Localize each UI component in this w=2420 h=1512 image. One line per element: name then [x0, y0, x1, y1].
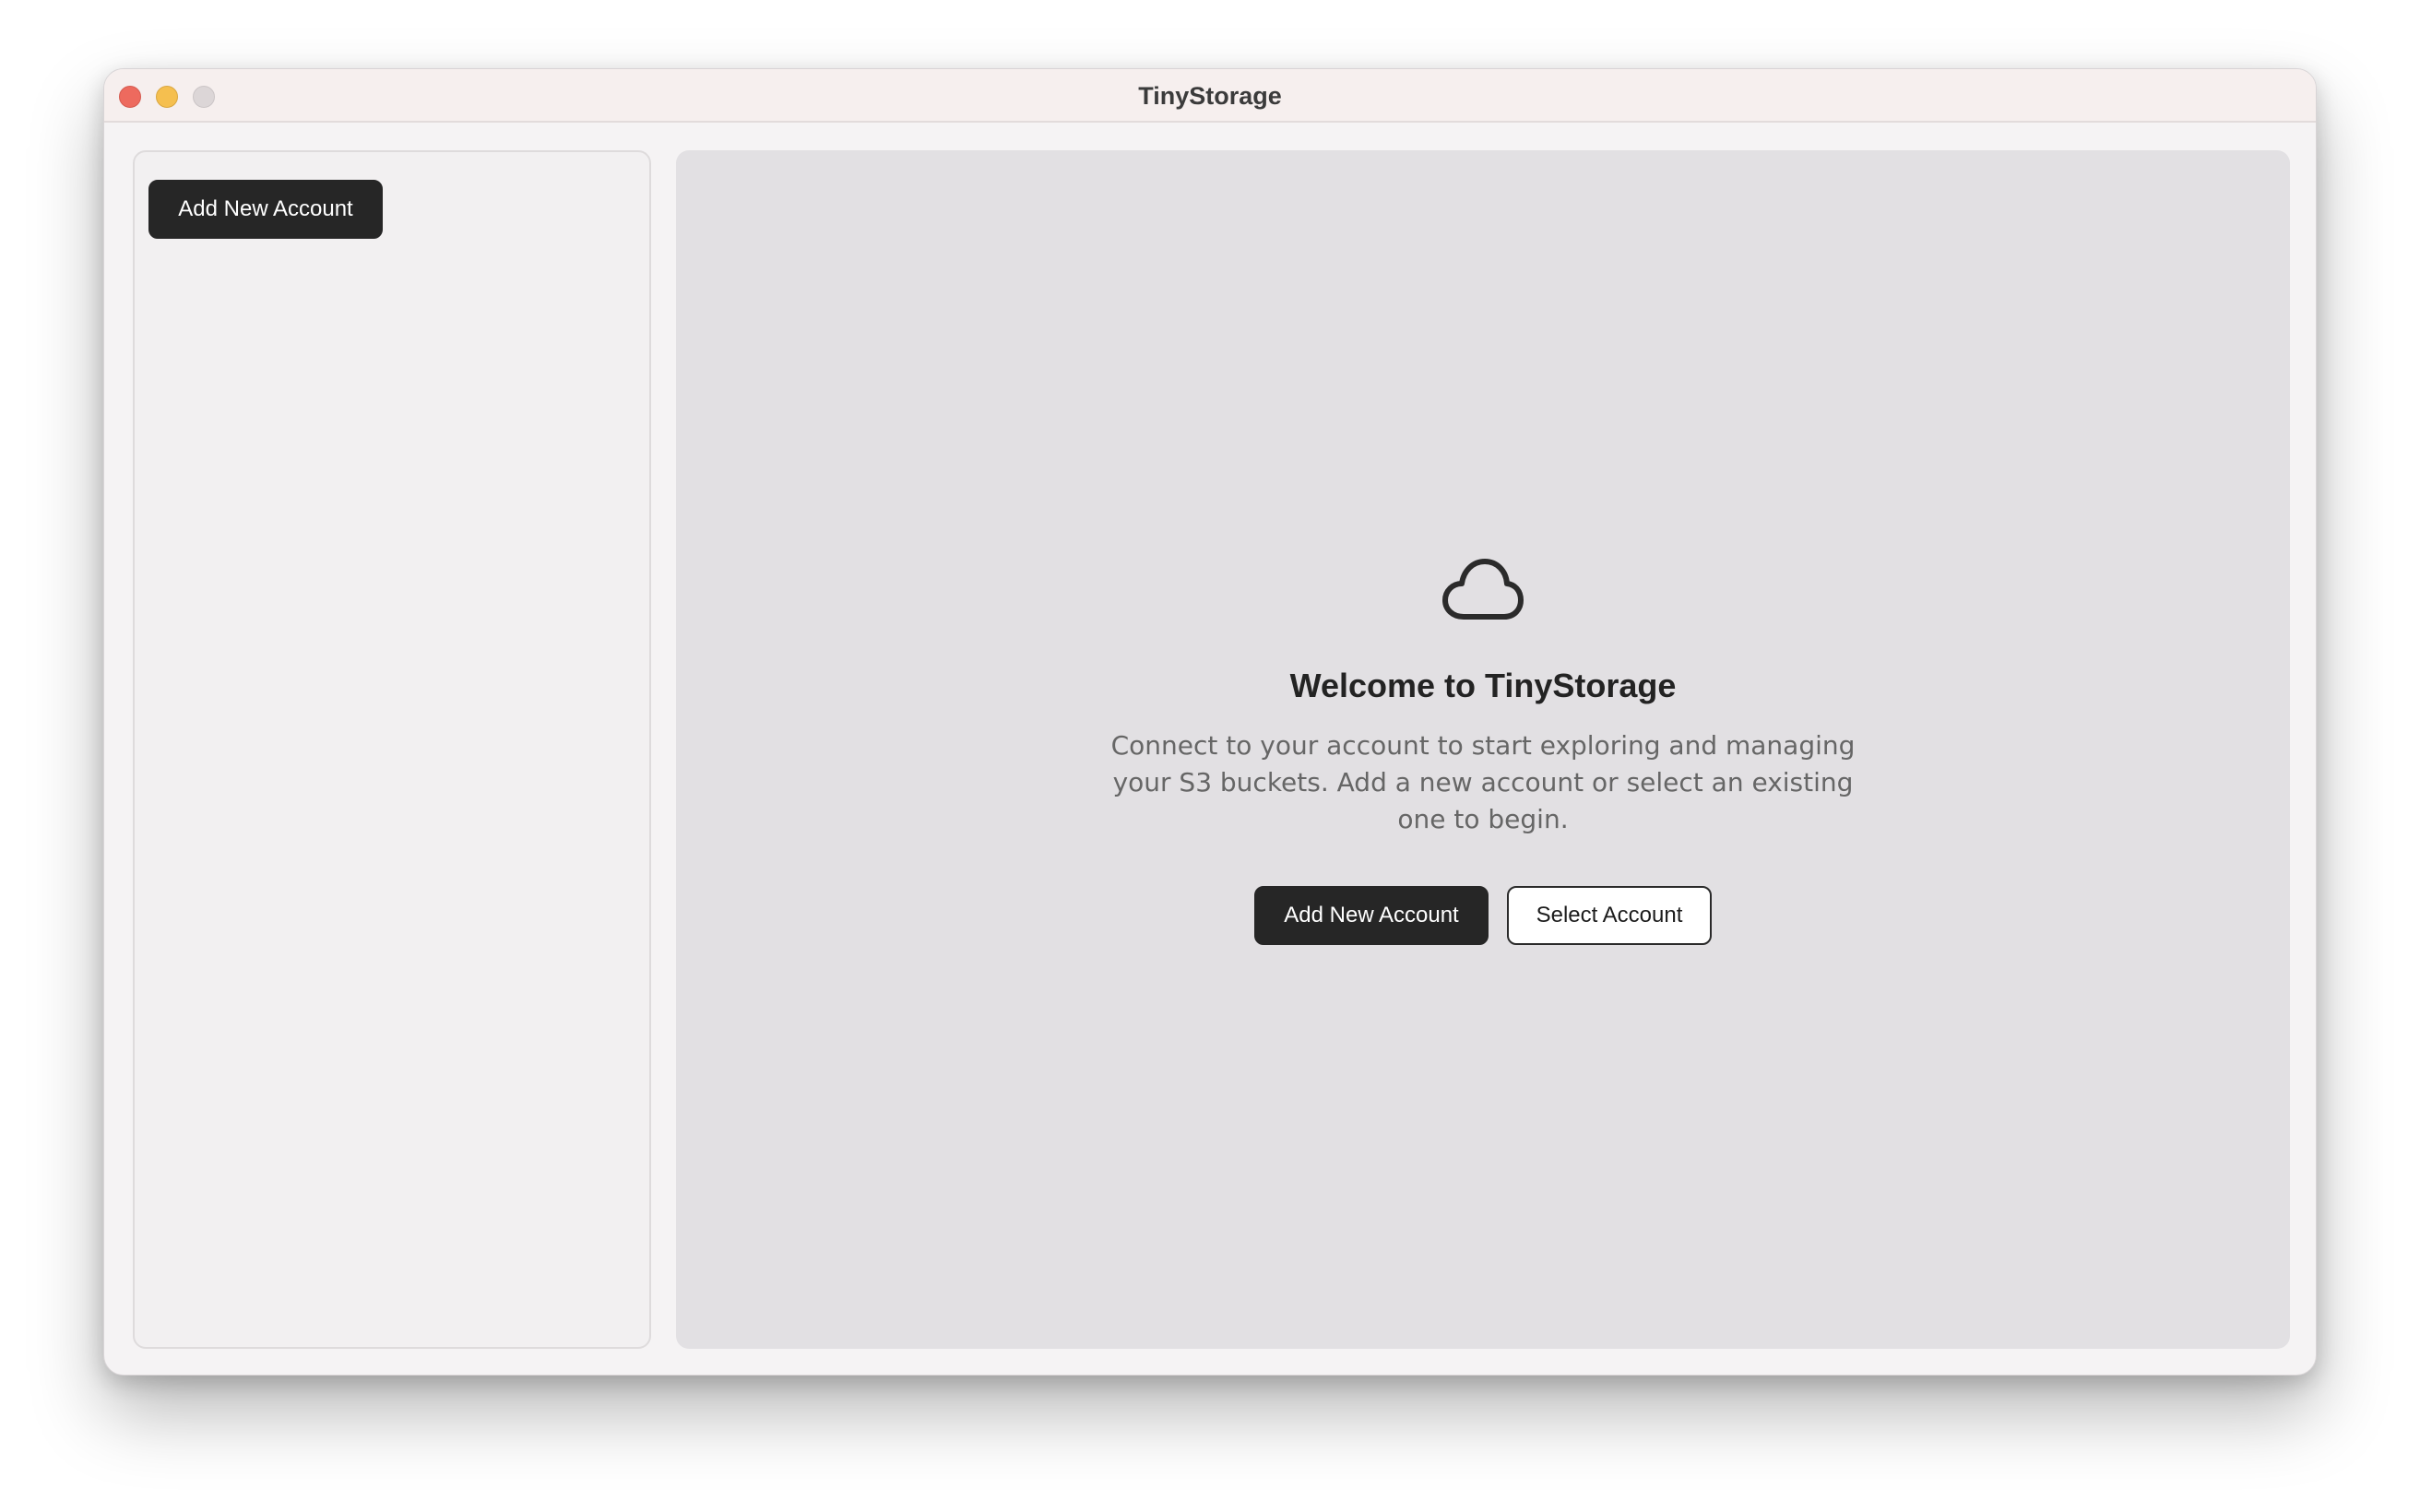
- welcome-description: Connect to your account to start explori…: [1110, 730, 1856, 834]
- welcome-empty-state: Welcome to TinyStorage Connect to your a…: [676, 556, 2290, 945]
- cloud-icon: [1442, 559, 1524, 620]
- sidebar: Add New Account: [133, 150, 651, 1349]
- app-window: TinyStorage Add New Account Welcome to T…: [103, 68, 2317, 1376]
- title-bar[interactable]: TinyStorage: [104, 69, 2316, 123]
- sidebar-add-account-button[interactable]: Add New Account: [148, 180, 383, 239]
- window-title: TinyStorage: [1138, 82, 1282, 110]
- select-account-button[interactable]: Select Account: [1507, 886, 1712, 945]
- welcome-actions: Add New Account Select Account: [1254, 886, 1712, 945]
- main-panel: Welcome to TinyStorage Connect to your a…: [676, 150, 2290, 1349]
- add-new-account-button[interactable]: Add New Account: [1254, 886, 1489, 945]
- welcome-heading: Welcome to TinyStorage: [1289, 667, 1677, 704]
